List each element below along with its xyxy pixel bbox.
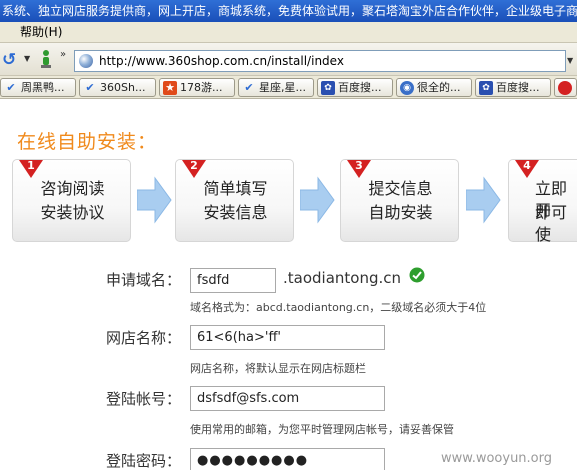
url-input[interactable]: http://www.360shop.com.cn/install/index [74,50,566,72]
tab-item[interactable]: ◉ 很全的... [396,78,472,97]
star-tab-icon: ★ [163,81,177,95]
check-tab-icon: ✔ [244,81,254,94]
step-number: 2 [190,159,198,172]
tab-item[interactable]: ★ 178游... [159,78,235,97]
tab-label: 百度搜... [338,81,382,94]
globe-tab-icon: ◉ [400,81,414,95]
tab-item[interactable]: ✿ 百度搜... [317,78,393,97]
back-arrow-icon[interactable]: ↺ [2,50,16,70]
watermark: www.wooyun.org [441,451,553,466]
tab-label: 360Sh... [100,81,146,94]
window-title: 系统、独立网店服务提供商，网上开店，商城系统，免费体验试用，聚石塔淘宝外店合作伙… [2,4,577,18]
url-text: http://www.360shop.com.cn/install/index [99,54,344,68]
domain-input[interactable]: fsdfd [190,268,276,293]
step-4: 4 立即开 即可使 [508,159,577,244]
step-2: 2 简单填写 安装信息 [175,159,294,242]
step-line-2: 安装协议 [40,203,105,222]
step-line-2: 即可使 [535,203,568,244]
step-line-2: 自助安装 [368,203,433,222]
domain-suffix: .taodiantong.cn [283,269,402,287]
paw-tab-icon: ✿ [479,81,493,95]
password-label: 登陆密码： [106,452,182,470]
tabs-bar: ✔ 周黑鸭... ✔ 360Sh... ★ 178游... ✔ 星座,星... … [0,76,577,99]
tab-item[interactable]: ✿ 百度搜... [475,78,551,97]
valid-check-icon [409,267,425,283]
step-arrow-icon [137,176,172,224]
tab-label: 星座,星... [259,81,306,94]
domain-label: 申请域名： [106,271,182,289]
page-heading: 在线自助安装： [17,131,158,153]
tab-label: 周黑鸭... [21,81,65,94]
site-favicon-icon [79,54,93,68]
shop-name-label: 网店名称： [106,329,182,347]
account-hint: 使用常用的邮箱，为您平时管理网店帐号，请妥善保管 [190,423,454,436]
step-line-1: 咨询阅读 [40,179,105,198]
account-label: 登陆帐号： [106,390,182,408]
tab-item[interactable] [554,78,577,97]
paw-tab-icon: ✿ [321,81,335,95]
more-chevron-icon[interactable]: » [60,49,66,60]
step-line-1: 提交信息 [368,179,433,198]
menu-help[interactable]: 帮助(H) [20,22,62,43]
step-3: 3 提交信息 自助安装 [340,159,459,242]
step-arrow-icon [466,176,501,224]
tab-label: 百度搜... [496,81,540,94]
shop-name-hint: 网店名称，将默认显示在网店标题栏 [190,362,366,375]
chevron-down-icon[interactable]: ▼ [24,54,30,63]
tab-item[interactable]: ✔ 星座,星... [238,78,314,97]
address-toolbar: ↺ ▼ » http://www.360shop.com.cn/install/… [0,43,577,76]
window-title-bar: 系统、独立网店服务提供商，网上开店，商城系统，免费体验试用，聚石塔淘宝外店合作伙… [0,0,577,22]
step-number: 1 [27,159,35,172]
domain-hint: 域名格式为：abcd.taodiantong.cn，二级域名必须大于4位 [190,301,487,314]
step-number: 4 [523,159,531,172]
tab-item[interactable]: ✔ 周黑鸭... [0,78,76,97]
step-line-2: 安装信息 [203,203,268,222]
check-tab-icon: ✔ [6,81,16,94]
step-arrow-icon [300,176,335,224]
tab-label: 很全的... [417,81,461,94]
red-circle-tab-icon [558,81,572,95]
step-1: 1 咨询阅读 安装协议 [12,159,131,242]
tab-item[interactable]: ✔ 360Sh... [79,78,156,97]
account-input[interactable]: dsfsdf@sfs.com [190,386,385,411]
step-number: 3 [355,159,363,172]
tab-label: 178游... [180,81,223,94]
step-line-1: 简单填写 [203,179,268,198]
url-dropdown-icon[interactable]: ▼ [567,56,573,65]
menu-bar: 帮助(H) [0,22,577,43]
shop-name-input[interactable]: 61<6(ha>'ff' [190,325,385,350]
check-tab-icon: ✔ [85,81,95,94]
password-input[interactable]: ●●●●●●●●● [190,448,385,470]
green-figure-icon[interactable] [38,49,54,69]
